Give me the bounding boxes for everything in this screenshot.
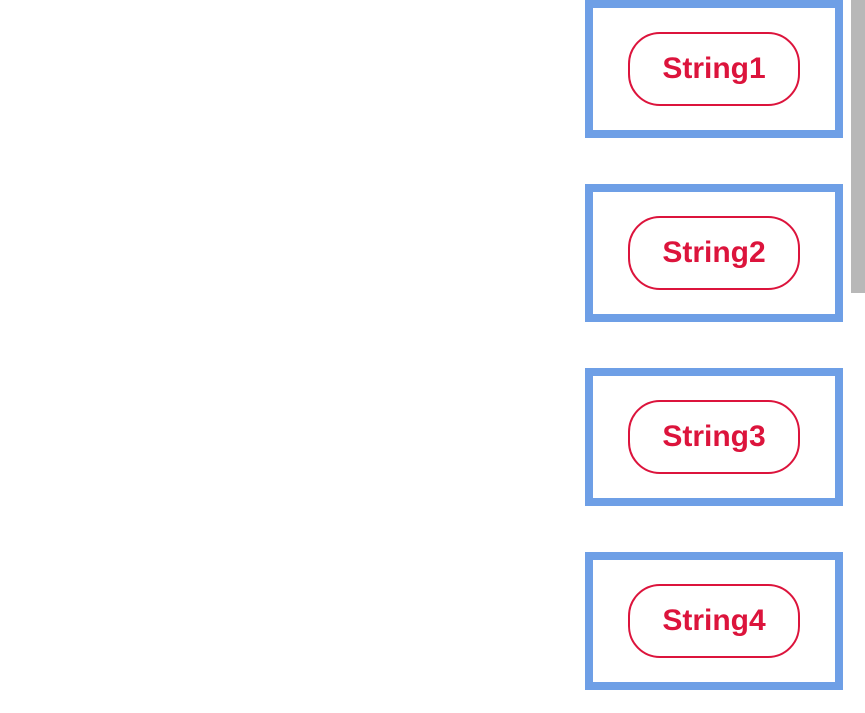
pill-string-3[interactable]: String3: [628, 400, 799, 474]
pill-label: String3: [662, 420, 765, 454]
card-string-4: String4: [585, 552, 843, 690]
pill-label: String1: [662, 52, 765, 86]
card-string-2: String2: [585, 184, 843, 322]
pill-string-4[interactable]: String4: [628, 584, 799, 658]
vertical-scrollbar-thumb[interactable]: [851, 0, 865, 293]
pill-label: String2: [662, 236, 765, 270]
card-string-1: String1: [585, 0, 843, 138]
pill-label: String4: [662, 604, 765, 638]
pill-string-2[interactable]: String2: [628, 216, 799, 290]
card-string-3: String3: [585, 368, 843, 506]
pill-string-1[interactable]: String1: [628, 32, 799, 106]
